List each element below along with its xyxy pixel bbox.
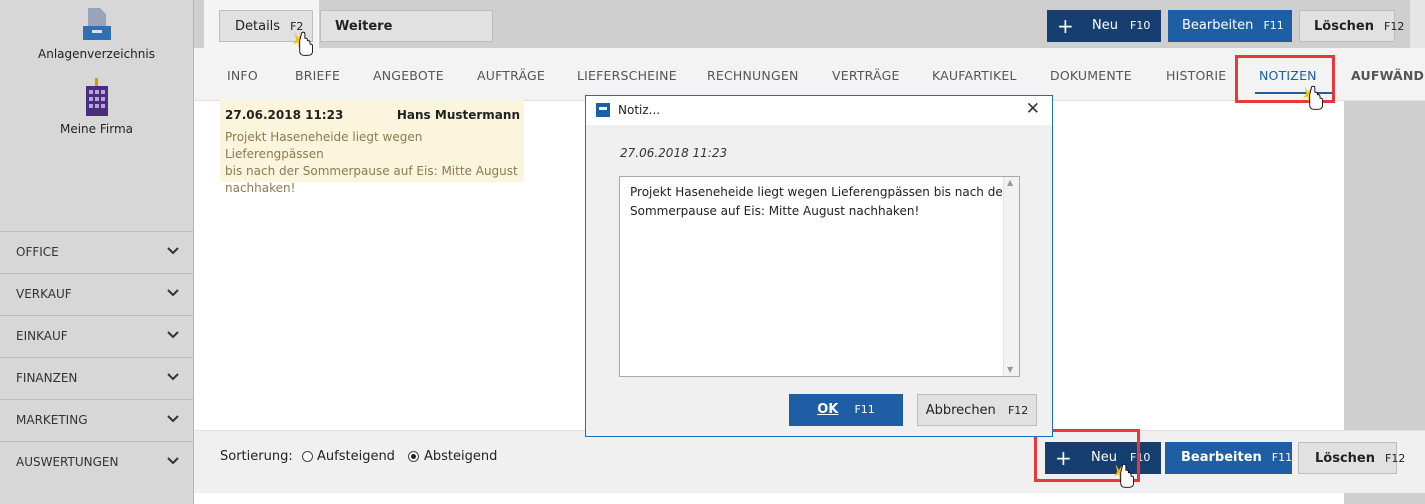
tab-rechnungen[interactable]: RECHNUNGEN [707, 68, 799, 83]
new-button-label: Neu [1092, 18, 1118, 33]
sidebar-section-label: VERKAUF [16, 287, 72, 301]
sorting-label: Sortierung: [220, 449, 293, 464]
cancel-button-label: Abbrechen [925, 403, 996, 418]
dialog-titlebar[interactable]: Notiz... ✕ [586, 96, 1052, 125]
app-label-anlagenverzeichnis[interactable]: Anlagenverzeichnis [0, 47, 193, 61]
plus-icon: + [1057, 14, 1074, 38]
delete-button-key: F12 [1385, 452, 1406, 465]
tab-vertraege[interactable]: VERTRÄGE [832, 68, 900, 83]
note-dialog: Notiz... ✕ 27.06.2018 11:23 Projekt Hase… [585, 95, 1053, 437]
top-toolbar: DetailsF2 Weitere FunktionenF3 + Neu F10… [194, 0, 1425, 66]
tab-info[interactable]: INFO [227, 68, 258, 83]
note-textarea[interactable]: Projekt Haseneheide liegt wegen Lieferen… [619, 176, 1020, 377]
bottom-bar: Sortierung: Aufsteigend Absteigend + Neu… [194, 430, 1425, 493]
delete-button-bottom[interactable]: Löschen F12 [1298, 442, 1405, 474]
close-icon[interactable]: ✕ [1026, 99, 1040, 119]
radio-aufsteigend[interactable] [302, 451, 313, 462]
sidebar-section-office[interactable]: OFFICE [0, 231, 193, 273]
tab-dokumente[interactable]: DOKUMENTE [1050, 68, 1132, 83]
chevron-down-icon [167, 247, 179, 255]
tab-historie[interactable]: HISTORIE [1166, 68, 1226, 83]
sidebar-section-verkauf[interactable]: VERKAUF [0, 273, 193, 315]
ok-button-key: F11 [854, 403, 875, 416]
tab-lieferscheine[interactable]: LIEFERSCHEINE [577, 68, 677, 83]
sidebar-section-finanzen[interactable]: FINANZEN [0, 357, 193, 399]
sidebar-section-marketing[interactable]: MARKETING [0, 399, 193, 441]
edit-button-bottom[interactable]: Bearbeiten F11 [1165, 442, 1292, 474]
note-author: Hans Mustermann [396, 108, 520, 122]
tab-kaufartikel[interactable]: KAUFARTIKEL [932, 68, 1017, 83]
scroll-down-icon[interactable]: ▼ [1007, 365, 1013, 374]
chevron-down-icon [167, 457, 179, 465]
textarea-line: Sommerpause auf Eis: Mitte August nachha… [630, 204, 920, 218]
dialog-title: Notiz... [618, 103, 661, 117]
scroll-up-icon[interactable]: ▲ [1007, 178, 1013, 187]
chevron-down-icon [167, 415, 179, 423]
sidebar-section-label: EINKAUF [16, 329, 68, 343]
note-text: Projekt Haseneheide liegt wegen Lieferen… [225, 129, 524, 197]
cancel-button[interactable]: Abbrechen F12 [917, 394, 1037, 426]
new-button-key: F10 [1130, 19, 1151, 32]
edit-button-key: F11 [1263, 19, 1284, 32]
delete-button-label: Löschen [1315, 451, 1375, 466]
textarea-scrollbar[interactable]: ▲ ▼ [1003, 177, 1019, 376]
delete-button-top[interactable]: Löschen F12 [1299, 10, 1404, 42]
details-button-label: Details [235, 19, 281, 34]
delete-button-key: F12 [1384, 20, 1405, 33]
sidebar-section-label: AUSWERTUNGEN [16, 455, 119, 469]
sidebar-section-label: OFFICE [16, 245, 59, 259]
note-date: 27.06.2018 11:23 [225, 108, 344, 122]
chevron-down-icon [167, 289, 179, 297]
note-text-line: nachhaken! [225, 181, 296, 195]
radio-absteigend-label[interactable]: Absteigend [424, 449, 497, 464]
building-icon[interactable] [84, 78, 110, 118]
edit-button-key: F11 [1271, 451, 1293, 464]
ok-button-label: OK [817, 402, 839, 417]
chevron-down-icon [167, 331, 179, 339]
sidebar-section-auswertungen[interactable]: AUSWERTUNGEN [0, 441, 193, 483]
scrollbar-top[interactable] [1410, 0, 1425, 48]
delete-button-label: Löschen [1314, 19, 1374, 34]
edit-button-label: Bearbeiten [1181, 450, 1262, 465]
click-cursor-icon [292, 31, 313, 56]
click-cursor-icon [1302, 85, 1323, 110]
chevron-down-icon [167, 373, 179, 381]
app-label-meine-firma[interactable]: Meine Firma [0, 122, 193, 136]
ok-button[interactable]: OK F11 [789, 394, 903, 426]
tab-briefe[interactable]: BRIEFE [295, 68, 340, 83]
radio-absteigend[interactable] [408, 451, 419, 462]
archive-box-icon[interactable] [80, 6, 114, 42]
cancel-button-key: F12 [1007, 404, 1029, 417]
tab-auftraege[interactable]: AUFTRÄGE [477, 68, 545, 83]
sidebar-section-einkauf[interactable]: EINKAUF [0, 315, 193, 357]
edit-button-top[interactable]: Bearbeiten F11 [1168, 10, 1292, 42]
note-card[interactable]: 27.06.2018 11:23 Hans Mustermann Projekt… [220, 100, 524, 195]
sidebar: Anlagenverzeichnis Meine Firma OFFICE VE… [0, 0, 194, 504]
textarea-line: Projekt Haseneheide liegt wegen Lieferen… [630, 185, 1008, 199]
note-textarea-content: Projekt Haseneheide liegt wegen Lieferen… [630, 183, 1008, 221]
app-window-icon [596, 103, 610, 117]
click-cursor-icon [1113, 463, 1134, 488]
dialog-date: 27.06.2018 11:23 [620, 146, 728, 160]
sidebar-section-label: FINANZEN [16, 371, 78, 385]
radio-aufsteigend-label[interactable]: Aufsteigend [317, 449, 395, 464]
tab-aufwaende[interactable]: AUFWÄNDE [1351, 68, 1425, 83]
note-text-line: bis nach der Sommerpause auf Eis: Mitte … [225, 164, 518, 178]
note-text-line: Projekt Haseneheide liegt wegen Lieferen… [225, 130, 423, 161]
sidebar-section-label: MARKETING [16, 413, 88, 427]
edit-button-label: Bearbeiten [1182, 18, 1254, 33]
tab-angebote[interactable]: ANGEBOTE [373, 68, 444, 83]
new-button-top[interactable]: + Neu F10 [1047, 10, 1161, 42]
more-functions-button[interactable]: Weitere FunktionenF3 [320, 10, 493, 66]
dialog-body: 27.06.2018 11:23 Projekt Haseneheide lie… [586, 125, 1052, 436]
